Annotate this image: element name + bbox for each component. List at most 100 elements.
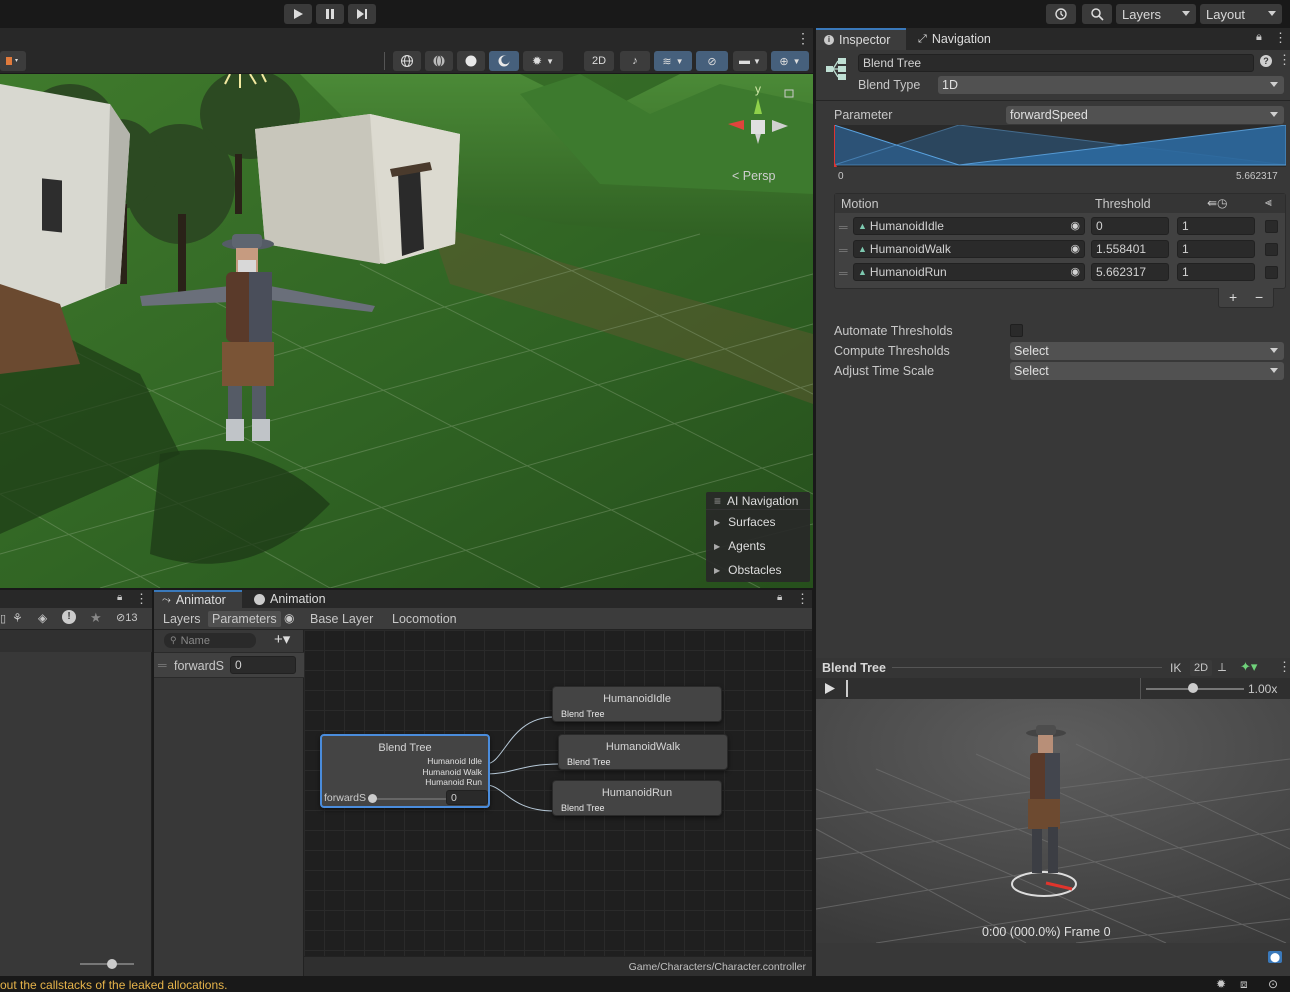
- tab-inspector[interactable]: i Inspector: [816, 28, 906, 50]
- more-menu-icon[interactable]: ⋮: [135, 591, 148, 607]
- parameter-value-field[interactable]: 0: [230, 656, 296, 674]
- more-menu-icon[interactable]: ⋮: [796, 591, 809, 607]
- threshold-field[interactable]: 5.662317: [1091, 263, 1169, 281]
- step-button[interactable]: [348, 4, 376, 24]
- tag-icon[interactable]: ◈: [38, 611, 47, 625]
- object-picker-icon[interactable]: ◉: [1070, 265, 1080, 278]
- hidden-objects-toggle[interactable]: ⊘: [696, 51, 728, 71]
- subtab-layers[interactable]: Layers: [158, 611, 206, 627]
- motion-field[interactable]: ▲ HumanoidWalk ◉: [853, 240, 1085, 258]
- avatar-dropdown-icon[interactable]: ✦▾: [1240, 659, 1257, 675]
- layers-dropdown[interactable]: Layers: [1116, 4, 1196, 24]
- timeline-scrubber[interactable]: [846, 680, 848, 697]
- add-parameter-button[interactable]: +▾: [274, 630, 290, 648]
- lock-icon[interactable]: 🔒︎: [117, 592, 122, 603]
- more-menu-icon[interactable]: ⋮: [796, 30, 810, 47]
- play-button[interactable]: [284, 4, 312, 24]
- ai-nav-item-agents[interactable]: ▶ Agents: [706, 534, 810, 558]
- audio-toggle-button[interactable]: ♪: [620, 51, 650, 71]
- parameter-search-field[interactable]: ⚲ Name: [164, 633, 256, 648]
- compute-thresholds-dropdown[interactable]: Select: [1010, 342, 1284, 360]
- lit-draw-button[interactable]: [489, 51, 519, 71]
- threshold-field[interactable]: 0: [1091, 217, 1169, 235]
- blend-param-slider-track[interactable]: [370, 798, 446, 800]
- mirror-checkbox[interactable]: [1265, 243, 1278, 256]
- projection-toggle[interactable]: < Persp: [732, 169, 775, 183]
- check-circle-icon[interactable]: ⊙: [1268, 977, 1278, 991]
- lock-icon[interactable]: 🔒︎: [777, 592, 782, 603]
- tab-navigation[interactable]: ⤢ Navigation: [910, 28, 1010, 50]
- adjust-time-scale-dropdown[interactable]: Select: [1010, 362, 1284, 380]
- debug-icon[interactable]: ✹: [1216, 977, 1226, 991]
- remove-motion-button[interactable]: −: [1255, 289, 1263, 305]
- gizmos-dropdown[interactable]: ⊕ ▼: [771, 51, 809, 71]
- ai-nav-item-obstacles[interactable]: ▶ Obstacles: [706, 558, 810, 582]
- motion-node-run[interactable]: HumanoidRun Blend Tree: [552, 780, 722, 816]
- more-menu-icon[interactable]: ⋮: [1278, 659, 1290, 675]
- wireframe-draw-button[interactable]: [393, 51, 421, 71]
- ik-toggle[interactable]: IK: [1170, 661, 1181, 675]
- drag-handle-icon[interactable]: ═: [839, 243, 848, 257]
- preview-2d-toggle[interactable]: 2D: [1190, 660, 1213, 676]
- motion-field[interactable]: ▲ HumanoidRun ◉: [853, 263, 1085, 281]
- motion-node-walk[interactable]: HumanoidWalk Blend Tree: [558, 734, 728, 770]
- blend-tree-node[interactable]: Blend Tree Humanoid Idle Humanoid Walk H…: [320, 734, 490, 808]
- debug-draw-mode-dropdown[interactable]: ✹ ▼: [523, 51, 563, 71]
- blend-tree-name-field[interactable]: Blend Tree: [858, 54, 1254, 72]
- more-menu-icon[interactable]: ⋮: [1278, 52, 1290, 68]
- object-picker-icon[interactable]: ◉: [1070, 219, 1080, 232]
- tab-animator[interactable]: ⤳ Animator: [154, 590, 242, 608]
- drag-handle-icon[interactable]: ═: [158, 658, 167, 672]
- drag-handle-icon[interactable]: ═: [839, 266, 848, 280]
- breadcrumb-locomotion[interactable]: Locomotion: [386, 611, 463, 627]
- blend-threshold-graph[interactable]: [834, 125, 1286, 167]
- time-scale-field[interactable]: 1: [1177, 240, 1255, 258]
- warning-icon[interactable]: !: [62, 610, 76, 624]
- object-picker-icon[interactable]: ◉: [1070, 242, 1080, 255]
- blend-param-field[interactable]: 0: [446, 790, 488, 805]
- breadcrumb-base-layer[interactable]: Base Layer: [304, 611, 379, 627]
- undo-history-button[interactable]: [1046, 4, 1076, 24]
- 2d-toggle-button[interactable]: 2D: [584, 51, 614, 71]
- pivot-icon[interactable]: ⟂: [1218, 660, 1226, 675]
- animator-graph[interactable]: Blend Tree Humanoid Idle Humanoid Walk H…: [304, 630, 812, 956]
- automate-thresholds-checkbox[interactable]: [1010, 324, 1023, 337]
- ai-nav-item-surfaces[interactable]: ▶ Surfaces: [706, 510, 810, 534]
- help-icon[interactable]: ?: [1260, 55, 1272, 67]
- more-menu-icon[interactable]: ⋮: [1274, 30, 1287, 46]
- blend-param-slider-thumb[interactable]: [368, 794, 377, 803]
- preview-viewport[interactable]: 0:00 (000.0%) Frame 0: [816, 699, 1290, 943]
- time-scale-field[interactable]: 1: [1177, 217, 1255, 235]
- shaded-draw-button[interactable]: [457, 51, 485, 71]
- eye-icon[interactable]: ◉: [284, 611, 294, 625]
- drag-handle-icon[interactable]: ═: [839, 220, 848, 234]
- layout-dropdown[interactable]: Layout: [1200, 4, 1282, 24]
- effects-dropdown[interactable]: ≋ ▼: [654, 51, 692, 71]
- tag-icon[interactable]: ⬤: [1268, 951, 1282, 963]
- lock-icon[interactable]: 🔒︎: [1256, 31, 1262, 44]
- time-scale-field[interactable]: 1: [1177, 263, 1255, 281]
- threshold-field[interactable]: 1.558401: [1091, 240, 1169, 258]
- motion-field[interactable]: ▲ HumanoidIdle ◉: [853, 217, 1085, 235]
- preview-play-icon[interactable]: [825, 683, 835, 694]
- search-button[interactable]: [1082, 4, 1112, 24]
- tool-handle-button[interactable]: [0, 51, 26, 71]
- tab-animation[interactable]: Animation: [246, 590, 338, 608]
- zoom-slider-thumb[interactable]: [107, 959, 117, 969]
- subtab-parameters[interactable]: Parameters: [208, 611, 281, 627]
- blend-type-dropdown[interactable]: 1D: [938, 76, 1284, 94]
- shaded-wire-draw-button[interactable]: [425, 51, 453, 71]
- star-icon[interactable]: ★: [90, 610, 102, 626]
- mirror-checkbox[interactable]: [1265, 266, 1278, 279]
- console-message[interactable]: out the callstacks of the leaked allocat…: [0, 978, 227, 992]
- motion-node-idle[interactable]: HumanoidIdle Blend Tree: [552, 686, 722, 722]
- prefab-icon[interactable]: ⚘: [12, 611, 23, 625]
- scene-viewport[interactable]: y < Persp ≡ AI Navigation ▶ Surfaces ▶ A…: [0, 74, 813, 588]
- parameter-name[interactable]: forwardS: [174, 659, 224, 673]
- cache-server-icon[interactable]: ⧈: [1240, 977, 1248, 992]
- camera-dropdown[interactable]: ▬ ▼: [733, 51, 767, 71]
- ai-navigation-header[interactable]: ≡ AI Navigation: [706, 492, 810, 510]
- speed-slider-thumb[interactable]: [1188, 683, 1198, 693]
- add-motion-button[interactable]: +: [1229, 289, 1237, 305]
- pause-button[interactable]: [316, 4, 344, 24]
